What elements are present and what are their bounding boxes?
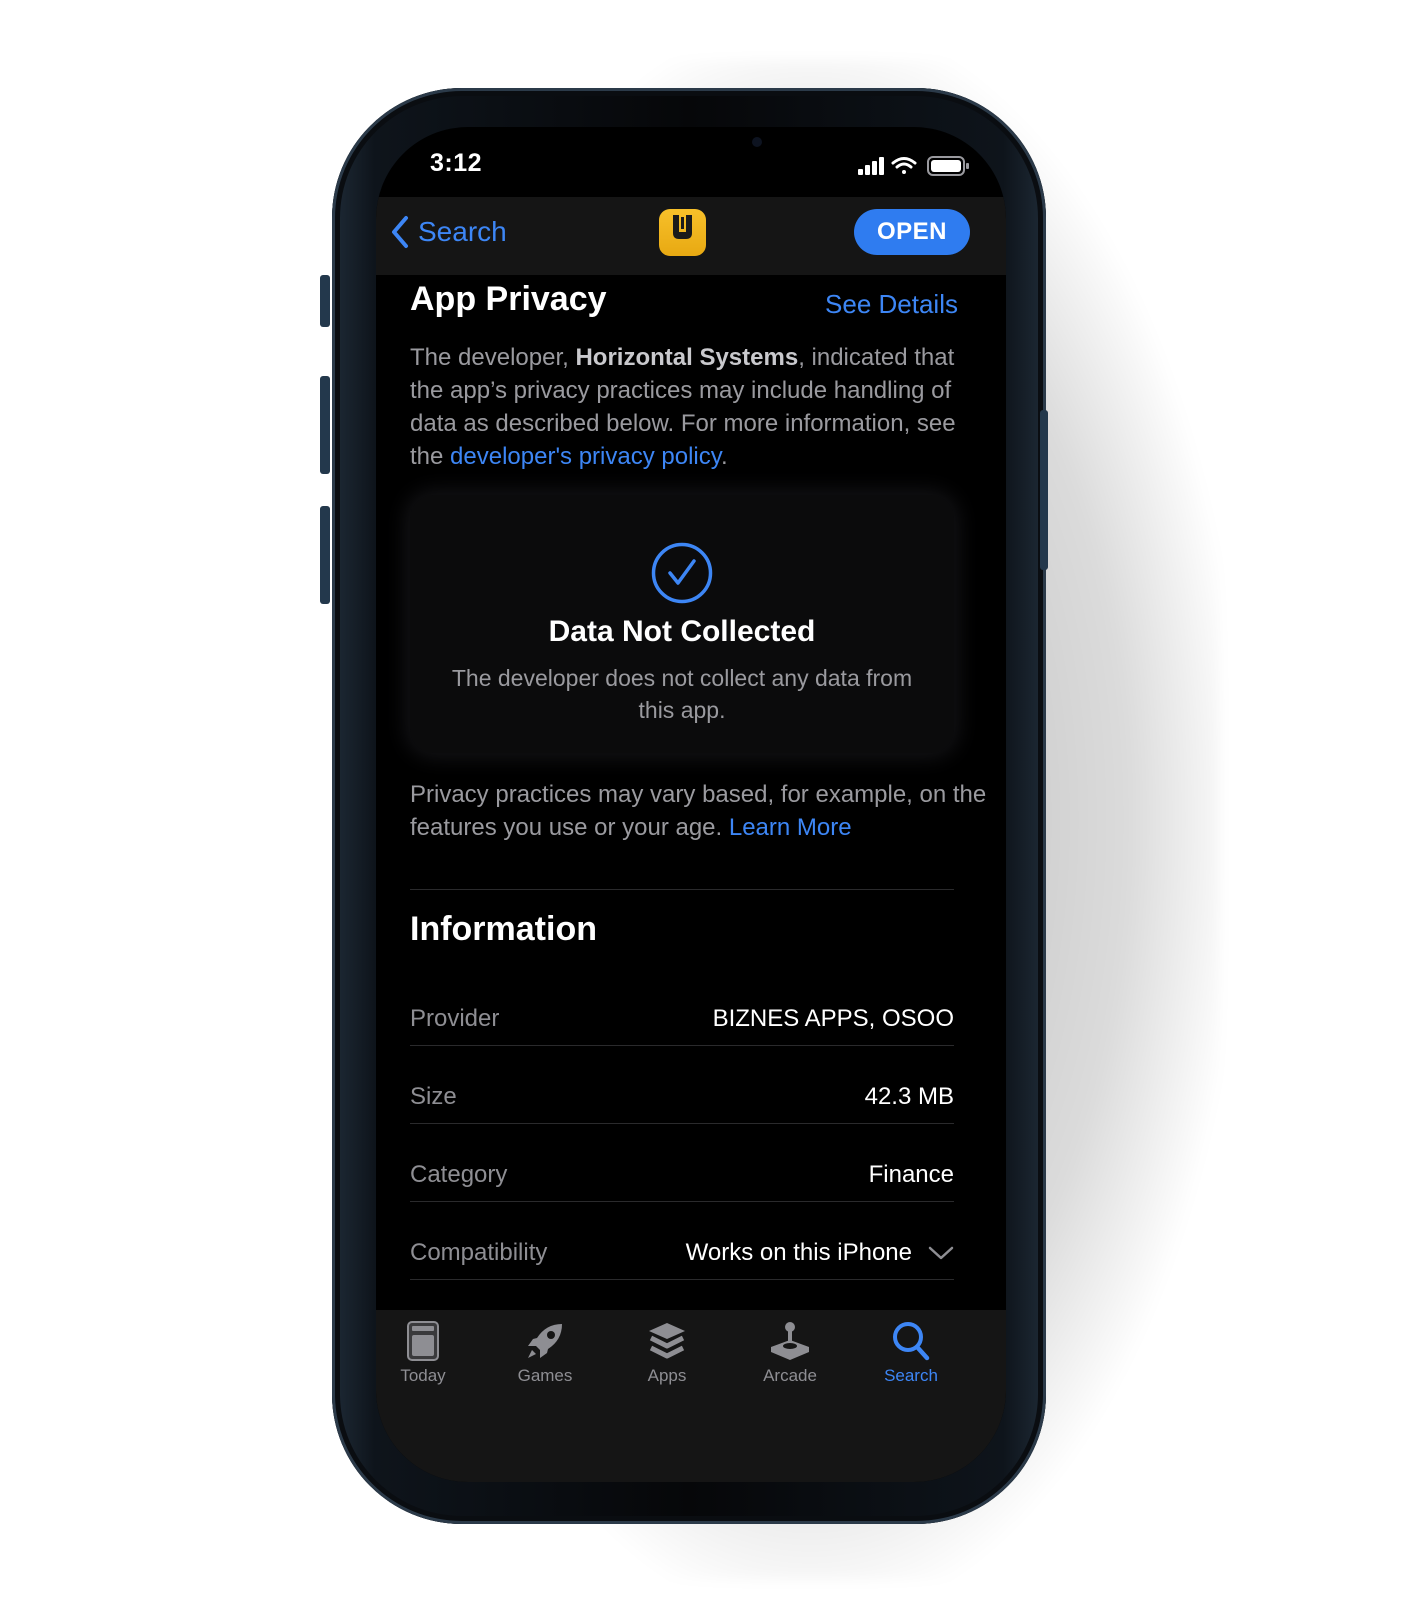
card-title: Data Not Collected bbox=[548, 615, 816, 648]
tab-label: Arcade bbox=[763, 1366, 817, 1385]
row-divider bbox=[410, 1123, 954, 1124]
tab-label: Games bbox=[517, 1366, 573, 1385]
info-value: BIZNES APPS, OSOO bbox=[712, 1005, 954, 1032]
joystick-icon bbox=[771, 1322, 809, 1360]
info-value: 42.3 MB bbox=[864, 1083, 954, 1110]
rocket-icon bbox=[528, 1324, 562, 1358]
intro-prefix: The developer, bbox=[410, 344, 576, 371]
privacy-policy-link[interactable]: developer's privacy policy bbox=[450, 443, 721, 470]
back-button[interactable]: Search bbox=[390, 211, 507, 253]
battery-icon bbox=[927, 156, 969, 176]
status-time: 3:12 bbox=[430, 149, 483, 177]
chevron-down-icon[interactable] bbox=[928, 1245, 954, 1261]
back-button-label: Search bbox=[418, 216, 507, 247]
info-label: Size bbox=[410, 1083, 457, 1110]
app-icon bbox=[659, 209, 706, 256]
notch bbox=[516, 127, 856, 177]
volume-down-button bbox=[320, 506, 330, 604]
search-icon bbox=[893, 1322, 930, 1361]
tab-today[interactable]: Today bbox=[376, 1320, 470, 1386]
side-button bbox=[1040, 410, 1048, 570]
volume-up-button bbox=[320, 376, 330, 474]
info-value: Works on this iPhone bbox=[685, 1239, 912, 1266]
cellular-signal-icon bbox=[858, 157, 884, 175]
tab-search[interactable]: Search bbox=[862, 1320, 960, 1386]
app-logo-icon bbox=[673, 215, 692, 239]
camera bbox=[752, 137, 762, 147]
status-icons bbox=[858, 156, 969, 176]
tab-label: Today bbox=[400, 1366, 446, 1385]
privacy-intro: The developer, Horizontal Systems, indic… bbox=[410, 341, 970, 473]
section-title-app-privacy: App Privacy bbox=[410, 280, 607, 318]
learn-more-link[interactable]: Learn More bbox=[729, 814, 852, 841]
open-button[interactable]: OPEN bbox=[854, 209, 970, 255]
card-body: The developer does not collect any data … bbox=[451, 665, 913, 723]
mute-switch bbox=[320, 275, 330, 327]
section-divider bbox=[410, 889, 954, 890]
layers-icon bbox=[649, 1323, 685, 1359]
section-title-information: Information bbox=[410, 910, 597, 948]
intro-suffix: . bbox=[720, 443, 728, 470]
chevron-left-icon bbox=[392, 216, 408, 248]
info-label: Compatibility bbox=[410, 1239, 548, 1266]
see-details-link[interactable]: See Details bbox=[825, 289, 958, 320]
nav-bar: Search OPEN bbox=[376, 197, 1006, 275]
phone-screen: 3:12 Search OPEN App Privacy See Details… bbox=[376, 127, 1006, 1482]
developer-name: Horizontal Systems bbox=[575, 344, 799, 371]
checkmark-circle-icon bbox=[651, 542, 713, 604]
info-value: Finance bbox=[868, 1161, 954, 1188]
data-not-collected-card[interactable]: Data Not Collected The developer does no… bbox=[410, 495, 954, 753]
tab-label: Apps bbox=[647, 1366, 687, 1385]
row-divider bbox=[410, 1045, 954, 1046]
info-label: Category bbox=[410, 1161, 508, 1188]
info-label: Provider bbox=[410, 1005, 500, 1032]
tab-label: Search bbox=[884, 1366, 938, 1385]
tab-apps[interactable]: Apps bbox=[620, 1320, 714, 1386]
privacy-note: Privacy practices may vary based, for ex… bbox=[410, 778, 990, 844]
tab-arcade[interactable]: Arcade bbox=[740, 1320, 840, 1386]
privacy-note-text: Privacy practices may vary based, for ex… bbox=[410, 781, 987, 841]
wifi-icon bbox=[891, 157, 917, 174]
tab-bar: Today Games Apps Arcade Search bbox=[376, 1310, 1006, 1482]
row-divider bbox=[410, 1201, 954, 1202]
row-divider bbox=[410, 1279, 954, 1280]
tab-games[interactable]: Games bbox=[492, 1320, 598, 1386]
today-icon bbox=[407, 1321, 439, 1361]
